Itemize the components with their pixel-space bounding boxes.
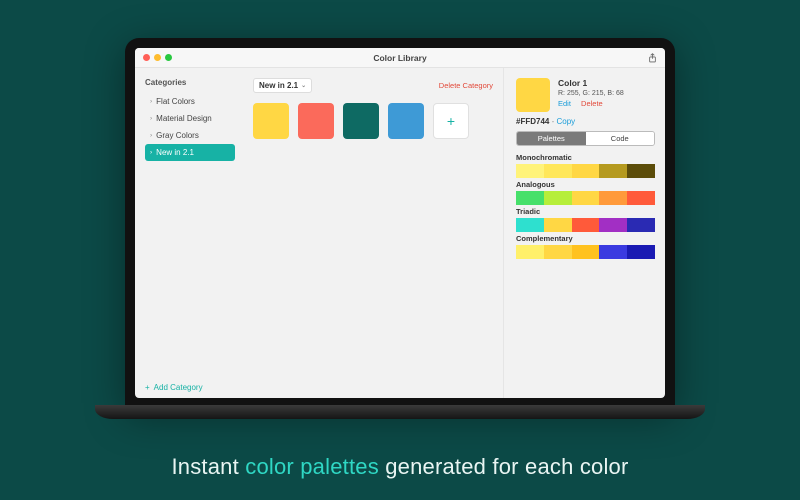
detail-segment: Palettes Code (516, 131, 655, 146)
scheme-color[interactable] (599, 164, 627, 178)
scheme-color[interactable] (599, 218, 627, 232)
chevron-right-icon: › (150, 115, 152, 122)
sidebar-item-label: Gray Colors (156, 131, 199, 140)
detail-panel: Color 1 R: 255, G: 215, B: 68 Edit Delet… (503, 68, 665, 398)
sidebar-item-1[interactable]: › Material Design (145, 110, 235, 127)
schemes: Monochromatic Analogous Triadic Complementa… (516, 151, 655, 259)
main-panel: New in 2.1 ⌄ Delete Category + (243, 68, 503, 398)
tab-code[interactable]: Code (586, 132, 655, 145)
scheme-strip (516, 245, 655, 259)
color-name: Color 1 (558, 78, 624, 88)
chevron-right-icon: › (150, 98, 152, 105)
content-area: Categories ›Flat Colors›Material Design›… (135, 68, 665, 398)
sidebar-item-label: Flat Colors (156, 97, 195, 106)
hex-value: #FFD744 (516, 117, 549, 126)
scheme-analogous: Analogous (516, 180, 655, 205)
copy-hex-button[interactable]: Copy (556, 117, 575, 126)
tagline: Instant color palettes generated for eac… (0, 454, 800, 480)
scheme-title: Monochromatic (516, 153, 655, 162)
scheme-title: Triadic (516, 207, 655, 216)
scheme-color[interactable] (572, 245, 600, 259)
scheme-title: Analogous (516, 180, 655, 189)
sidebar-item-3[interactable]: › New in 2.1 (145, 144, 235, 161)
category-dropdown[interactable]: New in 2.1 ⌄ (253, 78, 312, 93)
scheme-monochromatic: Monochromatic (516, 153, 655, 178)
add-category-button[interactable]: + Add Category (145, 383, 235, 392)
sidebar-item-label: Material Design (156, 114, 212, 123)
scheme-color[interactable] (572, 191, 600, 205)
scheme-color[interactable] (572, 164, 600, 178)
scheme-complementary: Complementary (516, 234, 655, 259)
swatch-1[interactable] (298, 103, 334, 139)
chevron-right-icon: › (150, 149, 152, 156)
delete-category-button[interactable]: Delete Category (439, 81, 493, 90)
scheme-color[interactable] (544, 245, 572, 259)
hex-row: #FFD744 - Copy (516, 117, 655, 126)
sidebar-item-0[interactable]: › Flat Colors (145, 93, 235, 110)
swatch-grid: + (253, 103, 493, 139)
scheme-color[interactable] (516, 164, 544, 178)
scheme-color[interactable] (627, 164, 655, 178)
scheme-color[interactable] (516, 191, 544, 205)
laptop-frame: Color Library Categories › Flat Colors › Ma… (125, 38, 675, 408)
chevron-down-icon: ⌄ (301, 82, 306, 89)
plus-icon: + (447, 113, 455, 129)
scheme-color[interactable] (572, 218, 600, 232)
scheme-color[interactable] (599, 191, 627, 205)
sidebar-item-2[interactable]: › Gray Colors (145, 127, 235, 144)
scheme-color[interactable] (544, 164, 572, 178)
scheme-strip (516, 191, 655, 205)
scheme-color[interactable] (544, 218, 572, 232)
swatch-3[interactable] (388, 103, 424, 139)
add-category-label: Add Category (154, 383, 203, 392)
add-swatch-button[interactable]: + (433, 103, 469, 139)
scheme-color[interactable] (544, 191, 572, 205)
swatch-2[interactable] (343, 103, 379, 139)
tab-palettes[interactable]: Palettes (517, 132, 586, 145)
sidebar-heading: Categories (145, 78, 235, 87)
scheme-color[interactable] (516, 218, 544, 232)
category-name: New in 2.1 (259, 81, 298, 90)
scheme-color[interactable] (599, 245, 627, 259)
scheme-title: Complementary (516, 234, 655, 243)
edit-color-button[interactable]: Edit (558, 99, 571, 108)
scheme-triadic: Triadic (516, 207, 655, 232)
scheme-color[interactable] (627, 245, 655, 259)
scheme-strip (516, 164, 655, 178)
color-preview (516, 78, 550, 112)
plus-icon: + (145, 383, 150, 392)
sidebar: Categories ›Flat Colors›Material Design›… (135, 68, 243, 398)
window-title: Color Library (135, 53, 665, 63)
delete-color-button[interactable]: Delete (581, 99, 603, 108)
sidebar-item-label: New in 2.1 (156, 148, 194, 157)
scheme-color[interactable] (627, 191, 655, 205)
app-window: Color Library Categories › Flat Colors › Ma… (135, 48, 665, 398)
scheme-strip (516, 218, 655, 232)
color-rgb-label: R: 255, G: 215, B: 68 (558, 90, 624, 97)
swatch-0[interactable] (253, 103, 289, 139)
scheme-color[interactable] (516, 245, 544, 259)
scheme-color[interactable] (627, 218, 655, 232)
chevron-right-icon: › (150, 132, 152, 139)
category-header: New in 2.1 ⌄ Delete Category (253, 78, 493, 93)
laptop-base (95, 405, 705, 419)
titlebar: Color Library (135, 48, 665, 68)
